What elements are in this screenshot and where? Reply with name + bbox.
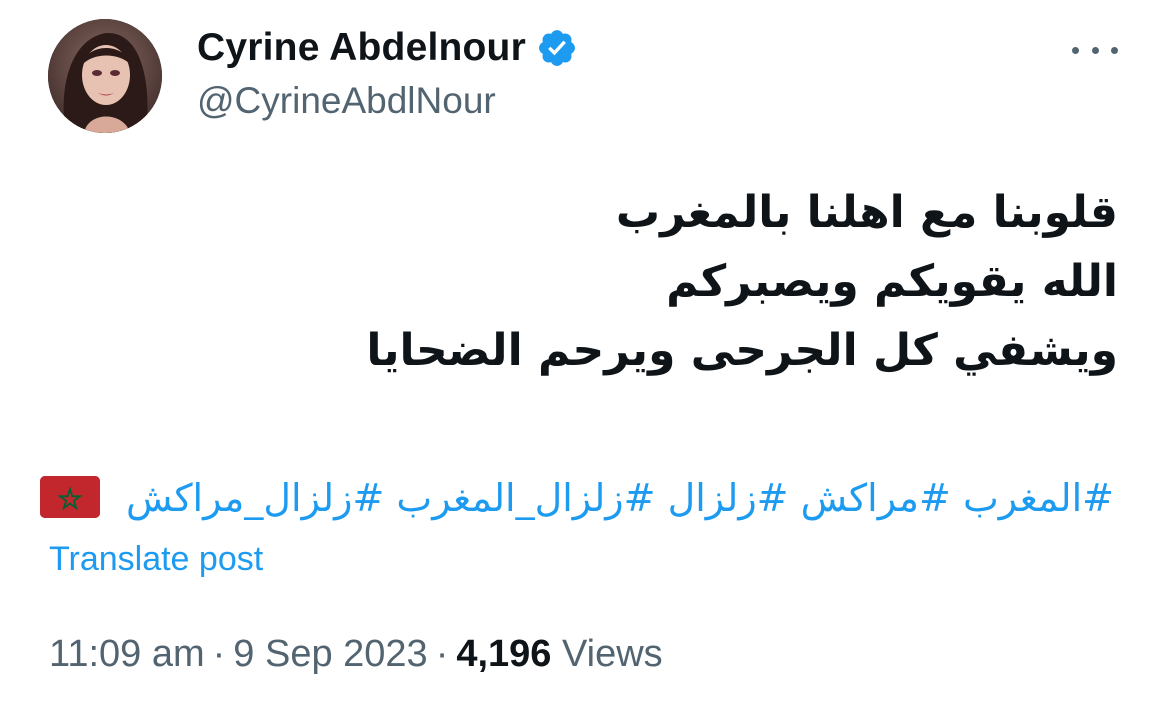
display-name[interactable]: Cyrine Abdelnour bbox=[197, 26, 526, 70]
tweet: Cyrine Abdelnour @CyrineAbdlNour قلوبنا … bbox=[0, 0, 1170, 726]
author-block: Cyrine Abdelnour @CyrineAbdlNour bbox=[197, 22, 578, 122]
post-date[interactable]: 9 Sep 2023 bbox=[233, 633, 427, 675]
translate-post-link[interactable]: Translate post bbox=[49, 540, 263, 579]
morocco-flag-icon bbox=[39, 475, 100, 518]
meta-separator: · bbox=[212, 633, 226, 675]
post-time[interactable]: 11:09 am bbox=[49, 633, 205, 675]
post-meta: 11:09 am · 9 Sep 2023 · 4,196 Views bbox=[49, 633, 663, 676]
display-name-row: Cyrine Abdelnour bbox=[197, 22, 578, 74]
more-dots-icon bbox=[1111, 46, 1118, 54]
hashtag-link[interactable]: #زلزال bbox=[668, 476, 789, 520]
handle[interactable]: @CyrineAbdlNour bbox=[197, 80, 578, 122]
verified-badge-icon[interactable] bbox=[536, 27, 578, 69]
hashtag-line: #المغرب #مراكش #زلزال #زلزال_المغرب #زلز… bbox=[34, 466, 1114, 530]
more-dots-icon bbox=[1091, 46, 1099, 54]
post-line: قلوبنا مع اهلنا بالمغرب bbox=[615, 187, 1118, 238]
post-text: قلوبنا مع اهلنا بالمغرب الله يقويكم ويصب… bbox=[118, 178, 1118, 385]
more-options-button[interactable] bbox=[1072, 30, 1118, 70]
meta-separator: · bbox=[435, 633, 449, 675]
profile-photo-icon bbox=[48, 19, 162, 133]
hashtag-link[interactable]: #زلزال_المغرب bbox=[396, 476, 655, 520]
hashtag-link[interactable]: #زلزال_مراكش bbox=[126, 476, 384, 520]
hashtag-link[interactable]: #المغرب bbox=[963, 476, 1114, 520]
views-count[interactable]: 4,196 bbox=[456, 633, 551, 675]
post-line: ويشفي كل الجرحى ويرحم الضحايا bbox=[366, 325, 1118, 376]
hashtag-link[interactable]: #مراكش bbox=[801, 476, 951, 520]
avatar[interactable] bbox=[48, 19, 162, 133]
views-label: Views bbox=[562, 633, 663, 675]
post-line: الله يقويكم ويصبركم bbox=[666, 256, 1118, 307]
more-dots-icon bbox=[1072, 46, 1079, 54]
